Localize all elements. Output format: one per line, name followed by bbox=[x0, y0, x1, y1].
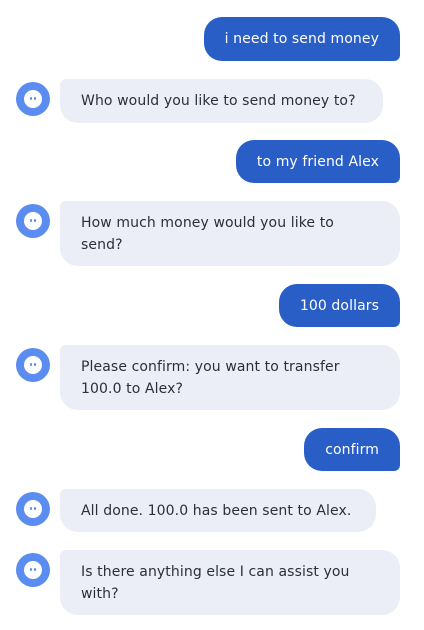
user-message-bubble: to my friend Alex bbox=[235, 140, 400, 183]
bot-message-bubble: Is there anything else I can assist you … bbox=[60, 550, 400, 615]
chat-transcript: i need to send money Who would you like … bbox=[0, 0, 424, 630]
bot-message-bubble: All done. 100.0 has been sent to Alex. bbox=[60, 489, 376, 532]
bot-message-bubble: How much money would you like to send? bbox=[60, 201, 400, 266]
user-message-bubble: confirm bbox=[304, 428, 400, 471]
bot-message-bubble: Who would you like to send money to? bbox=[60, 79, 383, 123]
bot-avatar-icon bbox=[16, 492, 50, 526]
bot-avatar-icon bbox=[16, 553, 50, 587]
user-message-bubble: i need to send money bbox=[203, 17, 400, 61]
user-message-bubble: 100 dollars bbox=[278, 284, 400, 327]
bot-message-bubble: Please confirm: you want to transfer 100… bbox=[60, 345, 400, 410]
bot-avatar-icon bbox=[16, 82, 50, 116]
bot-avatar-icon bbox=[16, 348, 50, 382]
bot-avatar-icon bbox=[16, 204, 50, 238]
